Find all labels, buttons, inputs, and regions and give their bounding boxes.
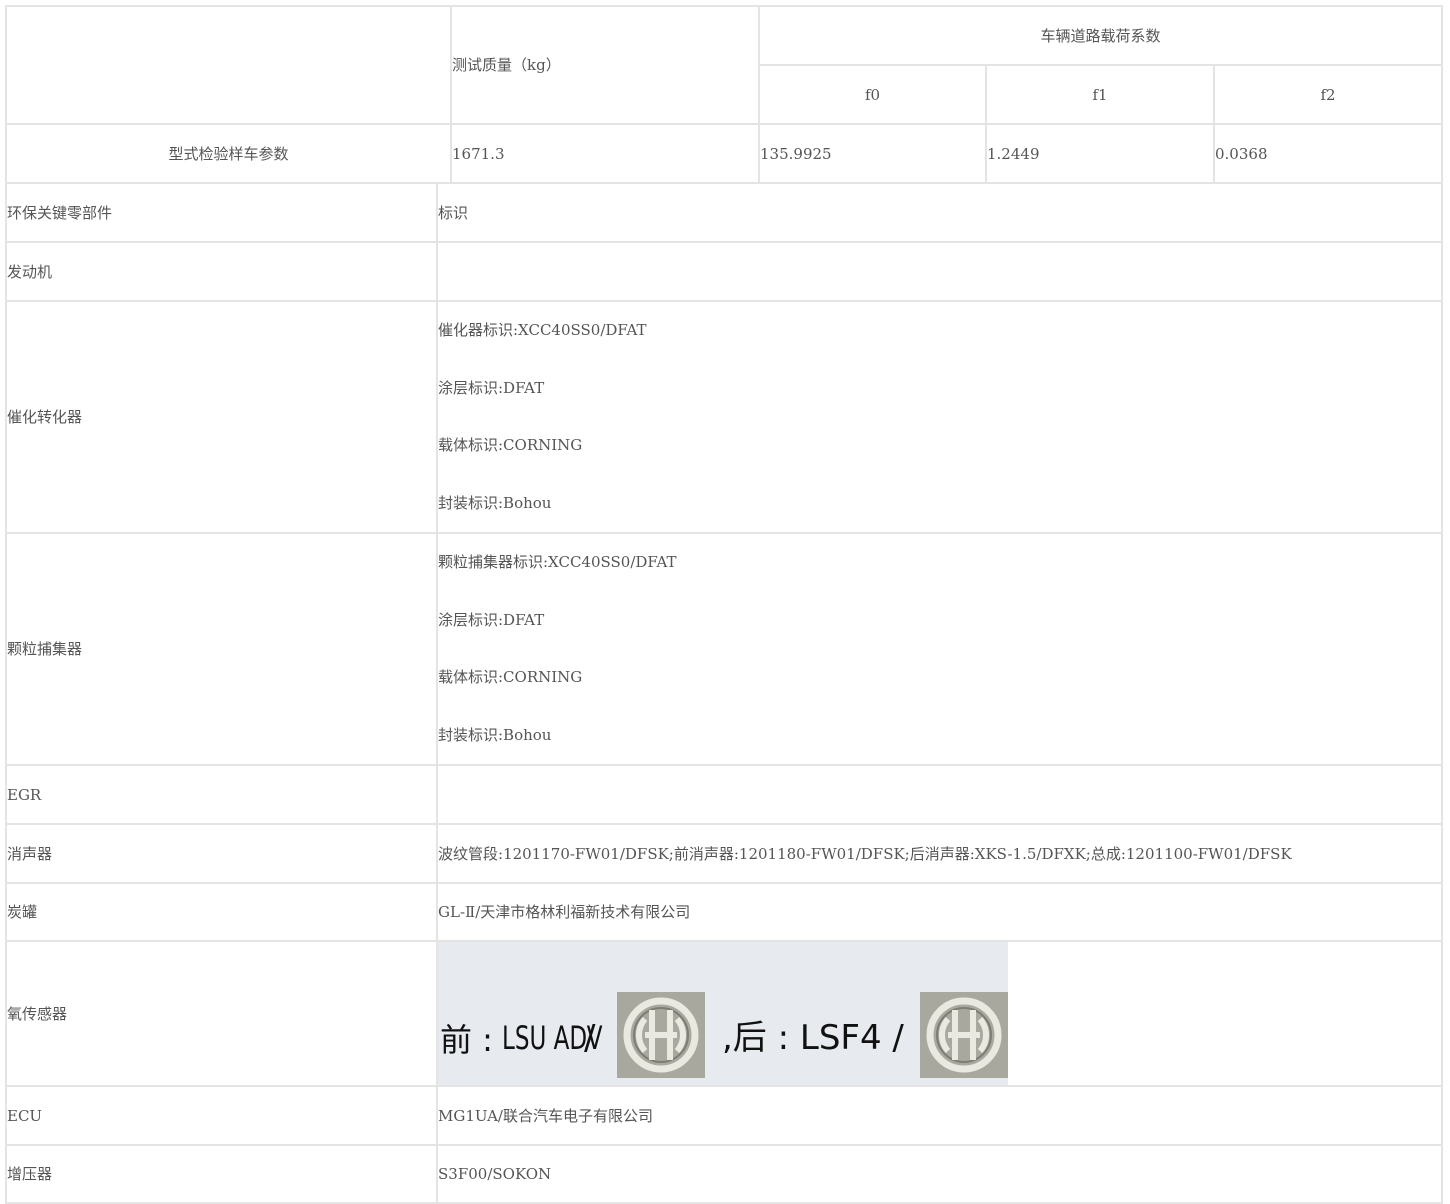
particulate-coating-line: 涂层标识:DFAT xyxy=(438,610,545,629)
catalyst-coating-line: 涂层标识:DFAT xyxy=(438,378,545,397)
turbo-value: S3F00/SOKON xyxy=(436,1144,1443,1204)
f1-header: f1 xyxy=(985,64,1215,125)
key-parts-table: 环保关键零部件 标识 发动机 催化转化器 催化器标识:XCC40SS0/DFAT… xyxy=(5,182,1443,1204)
ecu-label: ECU xyxy=(5,1085,438,1146)
engine-label: 发动机 xyxy=(5,241,438,302)
canister-label: 炭罐 xyxy=(5,882,438,942)
egr-value xyxy=(436,764,1443,825)
muffler-value: 波纹管段:1201170-FW01/DFSK;前消声器:1201180-FW01… xyxy=(436,823,1443,884)
particulate-mark-line: 颗粒捕集器标识:XCC40SS0/DFAT xyxy=(438,553,677,571)
catalyst-label: 催化转化器 xyxy=(5,300,438,534)
catalyst-package-line: 封装标识:Bohou xyxy=(438,493,552,512)
bosch-logo-icon xyxy=(920,992,1008,1078)
muffler-label: 消声器 xyxy=(5,823,438,884)
particulate-package-line: 封装标识:Bohou xyxy=(438,725,552,744)
catalyst-mark-line: 催化器标识:XCC40SS0/DFAT xyxy=(438,321,647,339)
sample-mass-value: 1671.3 xyxy=(450,123,760,184)
sample-row-label: 型式检验样车参数 xyxy=(5,123,452,184)
road-load-header: 车辆道路载荷系数 xyxy=(758,5,1443,66)
component-column-header: 环保关键零部件 xyxy=(5,182,438,243)
o2-rear-label: ,后 : LSF4 / xyxy=(722,1018,904,1058)
road-load-table: 测试质量（kg） 车辆道路载荷系数 f0 f1 f2 型式检验样车参数 1671… xyxy=(5,5,1443,184)
bosch-logo-icon xyxy=(617,992,705,1078)
o2-front-label: 前 : xyxy=(440,1021,493,1059)
turbo-label: 增压器 xyxy=(5,1144,438,1204)
o2-sensor-label: 氧传感器 xyxy=(5,940,438,1087)
o2-front-slash: / xyxy=(584,1018,596,1058)
f0-header: f0 xyxy=(758,64,987,125)
sample-f0-value: 135.9925 xyxy=(758,123,987,184)
o2-sensor-image: 前 : LSU ADV / ,后 : LSF4 / xyxy=(438,942,1008,1085)
particulate-substrate-line: 载体标识:CORNING xyxy=(438,668,583,686)
engine-value xyxy=(436,241,1443,302)
o2-sensor-mark: 前 : LSU ADV / ,后 : LSF4 / xyxy=(436,940,1443,1087)
catalyst-substrate-line: 载体标识:CORNING xyxy=(438,436,583,454)
particulate-label: 颗粒捕集器 xyxy=(5,532,438,766)
particulate-marks: 颗粒捕集器标识:XCC40SS0/DFAT 涂层标识:DFAT 载体标识:COR… xyxy=(436,532,1443,766)
test-mass-header: 测试质量（kg） xyxy=(450,5,760,125)
mark-column-header: 标识 xyxy=(436,182,1443,243)
egr-label: EGR xyxy=(5,764,438,825)
catalyst-marks: 催化器标识:XCC40SS0/DFAT 涂层标识:DFAT 载体标识:CORNI… xyxy=(436,300,1443,534)
ecu-value: MG1UA/联合汽车电子有限公司 xyxy=(436,1085,1443,1146)
sample-f2-value: 0.0368 xyxy=(1213,123,1443,184)
f2-header: f2 xyxy=(1213,64,1443,125)
canister-value: GL-Ⅱ/天津市格林利福新技术有限公司 xyxy=(436,882,1443,942)
empty-header-cell xyxy=(5,5,452,125)
sample-f1-value: 1.2449 xyxy=(985,123,1215,184)
